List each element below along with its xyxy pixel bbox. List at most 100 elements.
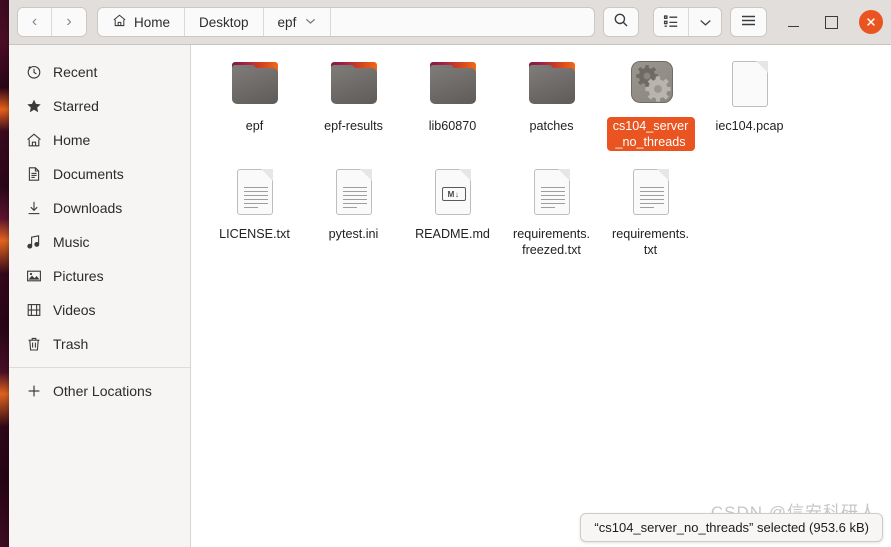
folder-body (330, 68, 377, 104)
file-item[interactable]: M↓ README.md (403, 161, 502, 259)
file-label: pytest.ini (328, 227, 379, 241)
folder-body (231, 68, 278, 104)
back-button[interactable]: ‹ (18, 8, 52, 36)
sidebar-item-videos[interactable]: Videos (17, 295, 182, 325)
document-icon (632, 169, 669, 215)
window-controls (783, 10, 883, 34)
document-corner-fold (458, 169, 471, 181)
document-icon: M↓ (434, 169, 471, 215)
blank-document-icon (724, 59, 776, 111)
document-icon (731, 61, 768, 107)
file-item[interactable]: epf-results (304, 53, 403, 151)
clock-icon (25, 64, 42, 81)
file-manager-window: ‹ › Home Desktop epf Recent Starred Home… (9, 0, 891, 547)
folder-icon (328, 59, 380, 111)
sidebar-item-label: Home (53, 132, 91, 148)
list-view-button[interactable] (654, 8, 689, 36)
document-corner-fold (656, 169, 669, 181)
window-body: Recent Starred Home Documents Downloads … (9, 45, 891, 547)
markdown-document-icon: M↓ (427, 167, 479, 219)
breadcrumb-label: epf (277, 14, 297, 30)
file-label: cs104_server_no_threads (606, 117, 695, 151)
document-text-lines (639, 187, 664, 211)
list-view-icon (663, 13, 679, 32)
breadcrumb-label: Desktop (199, 14, 249, 30)
markdown-badge-icon: M↓ (441, 187, 466, 201)
sidebar-item-label: Documents (53, 166, 124, 182)
star-icon (25, 98, 42, 115)
text-document-icon (328, 167, 380, 219)
search-button[interactable] (603, 7, 639, 37)
sidebar-item-recent[interactable]: Recent (17, 57, 182, 87)
view-options-dropdown-button[interactable] (689, 8, 721, 36)
film-icon (25, 302, 42, 319)
sidebar-item-other-locations[interactable]: Other Locations (17, 376, 182, 406)
file-label: LICENSE.txt (219, 227, 290, 241)
file-item[interactable]: epf (205, 53, 304, 151)
document-icon (533, 169, 570, 215)
sidebar-item-documents[interactable]: Documents (17, 159, 182, 189)
breadcrumb-item-home[interactable]: Home (98, 8, 186, 36)
sidebar-item-label: Recent (53, 64, 98, 80)
document-text-lines (243, 187, 268, 211)
sidebar-item-label: Pictures (53, 268, 104, 284)
file-item[interactable]: lib60870 (403, 53, 502, 151)
sidebar-item-label: Trash (53, 336, 89, 352)
sidebar-item-starred[interactable]: Starred (17, 91, 182, 121)
breadcrumb-empty-space[interactable] (331, 8, 594, 36)
file-item[interactable]: patches (502, 53, 601, 151)
document-corner-fold (557, 169, 570, 181)
file-item[interactable]: iec104.pcap (700, 53, 799, 151)
document-corner-fold (755, 61, 768, 73)
file-label: requirements.txt (612, 227, 689, 257)
file-grid: epf epf-results lib60870 patches cs104_serve… (205, 53, 891, 269)
home-icon (112, 13, 127, 31)
status-bar: “cs104_server_no_threads” selected (953.… (580, 513, 883, 542)
main-menu-button[interactable] (730, 7, 767, 37)
file-item[interactable]: requirements.txt (601, 161, 700, 259)
text-document-icon (229, 167, 281, 219)
trash-icon (25, 336, 42, 353)
file-label: epf-results (324, 119, 383, 133)
sidebar: Recent Starred Home Documents Downloads … (9, 45, 191, 547)
header-bar: ‹ › Home Desktop epf (9, 0, 891, 45)
download-icon (25, 200, 42, 217)
breadcrumb: Home Desktop epf (97, 7, 595, 37)
document-corner-fold (359, 169, 372, 181)
forward-button[interactable]: › (52, 8, 86, 36)
folder-body (528, 68, 575, 104)
file-item[interactable]: LICENSE.txt (205, 161, 304, 259)
close-button[interactable] (859, 10, 883, 34)
picture-icon (25, 268, 42, 285)
sidebar-item-home[interactable]: Home (17, 125, 182, 155)
close-icon (865, 16, 877, 28)
file-label: requirements.freezed.txt (513, 227, 590, 257)
sidebar-item-downloads[interactable]: Downloads (17, 193, 182, 223)
sidebar-item-trash[interactable]: Trash (17, 329, 182, 359)
chevron-left-icon: ‹ (31, 13, 38, 30)
maximize-button[interactable] (821, 12, 841, 32)
music-note-icon (25, 234, 42, 251)
navigation-buttons: ‹ › (17, 7, 87, 37)
sidebar-item-pictures[interactable]: Pictures (17, 261, 182, 291)
search-icon (613, 12, 629, 33)
breadcrumb-item-desktop[interactable]: Desktop (185, 8, 264, 36)
file-view[interactable]: epf epf-results lib60870 patches cs104_serve… (191, 45, 891, 547)
file-item[interactable]: pytest.ini (304, 161, 403, 259)
file-item[interactable]: cs104_server_no_threads (601, 53, 700, 151)
chevron-down-icon (699, 14, 712, 30)
sidebar-divider (9, 367, 190, 368)
plus-icon (25, 383, 42, 400)
breadcrumb-item-epf[interactable]: epf (264, 8, 332, 36)
document-icon (236, 169, 273, 215)
sidebar-item-music[interactable]: Music (17, 227, 182, 257)
hamburger-menu-icon (740, 13, 757, 31)
sidebar-item-label: Starred (53, 98, 99, 114)
chevron-down-icon (305, 17, 316, 27)
file-item[interactable]: requirements.freezed.txt (502, 161, 601, 259)
document-corner-fold (260, 169, 273, 181)
executable-icon (625, 59, 677, 111)
file-label: iec104.pcap (715, 119, 784, 133)
minimize-button[interactable] (783, 12, 803, 32)
hamburger-menu-icon-wrap[interactable] (731, 8, 766, 36)
